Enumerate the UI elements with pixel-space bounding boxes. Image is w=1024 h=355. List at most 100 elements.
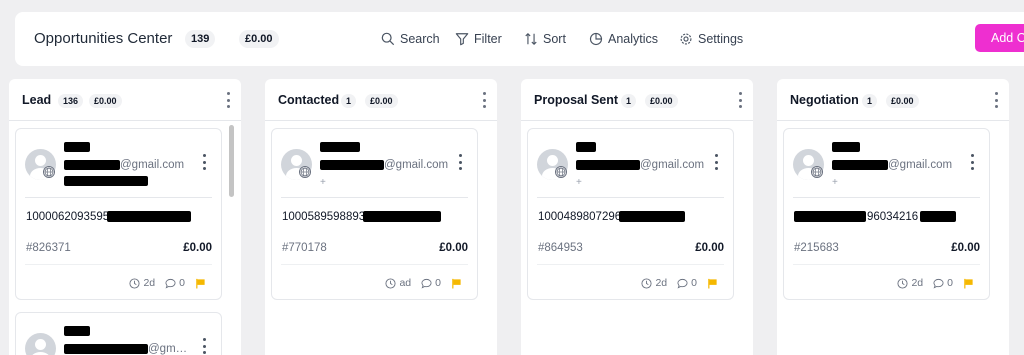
contact-email: @gmail.com [320, 159, 448, 171]
globe-icon [299, 166, 311, 178]
globe-icon [811, 166, 823, 178]
add-opportunity-button[interactable]: Add O [975, 24, 1024, 52]
page-title: Opportunities Center [34, 30, 173, 47]
card-menu-icon[interactable] [970, 154, 974, 170]
column-menu-icon[interactable] [226, 92, 230, 108]
redacted-name [832, 142, 860, 152]
card-menu-icon[interactable] [714, 154, 718, 170]
flag-icon[interactable] [963, 278, 974, 289]
comment-icon [933, 278, 944, 289]
card-menu-icon[interactable] [458, 154, 462, 170]
opportunity-id: #864953 [538, 242, 583, 254]
opportunity-value: £0.00 [951, 242, 980, 254]
pie-chart-icon [589, 32, 603, 46]
column-title: Proposal Sent [534, 93, 619, 107]
opportunity-id: #215683 [794, 242, 839, 254]
card-menu-icon[interactable] [202, 338, 206, 354]
column-scrollbar[interactable] [229, 125, 234, 197]
column-header: Negotiation 1 £0.00 [777, 79, 1009, 121]
card-meta: 2d 0 [641, 277, 718, 289]
search-label: Search [400, 32, 440, 46]
contact-email: @gmail.com [64, 159, 184, 171]
sort-button[interactable]: Sort [524, 31, 566, 47]
column-count-badge: 1 [862, 94, 878, 108]
column-title: Negotiation [790, 93, 859, 107]
divider [281, 264, 468, 265]
age-indicator[interactable]: 2d [641, 277, 667, 289]
age-indicator[interactable]: 2d [129, 277, 155, 289]
redacted-name [576, 142, 596, 152]
column-menu-icon[interactable] [994, 92, 998, 108]
opportunity-card[interactable]: @gmail.com 1000062093595 #826371 £0.00 2… [15, 128, 222, 300]
age-indicator[interactable]: ad [385, 277, 411, 289]
comment-icon [165, 278, 176, 289]
opportunity-value: £0.00 [695, 242, 724, 254]
sort-label: Sort [543, 32, 566, 46]
age-indicator[interactable]: 2d [897, 277, 923, 289]
comments-indicator[interactable]: 0 [165, 277, 185, 289]
contact-phone: + [832, 177, 838, 188]
filter-button[interactable]: Filter [455, 31, 502, 47]
redacted-name [320, 142, 360, 152]
pipeline-column-contacted: Contacted 1 £0.00 @gmail.com + 100058959… [265, 79, 497, 355]
analytics-label: Analytics [608, 32, 659, 46]
globe-icon [43, 166, 55, 178]
opportunities-header: Opportunities Center 139 £0.00 [15, 12, 1024, 66]
column-count-badge: 1 [621, 94, 637, 108]
contact-phone: + [320, 177, 326, 188]
opportunity-card[interactable]: @gm… [15, 312, 222, 355]
opportunity-id: #826371 [26, 242, 71, 254]
globe-icon [555, 166, 567, 178]
opportunity-card[interactable]: @gmail.com + 96034216 #215683 £0.00 2d 0 [783, 128, 990, 300]
opportunity-name: 96034216 [794, 211, 957, 223]
divider [793, 197, 980, 198]
card-menu-icon[interactable] [202, 154, 206, 170]
comments-indicator[interactable]: 0 [421, 277, 441, 289]
divider [537, 264, 724, 265]
clock-icon [897, 277, 909, 289]
column-header: Lead 136 £0.00 [9, 79, 241, 121]
card-meta: 2d 0 [897, 277, 974, 289]
column-menu-icon[interactable] [482, 92, 486, 108]
column-amount-badge: £0.00 [645, 94, 678, 108]
divider [25, 264, 212, 265]
sort-icon [525, 32, 537, 46]
opportunity-name: 1000062093595 [26, 211, 192, 223]
flag-icon[interactable] [707, 278, 718, 289]
search-icon [381, 32, 395, 46]
redacted-name [64, 142, 90, 152]
column-amount-badge: £0.00 [886, 94, 919, 108]
pipeline-column-negotiation: Negotiation 1 £0.00 @gmail.com + 9603421… [777, 79, 1009, 355]
column-amount-badge: £0.00 [365, 94, 398, 108]
flag-icon[interactable] [451, 278, 462, 289]
column-count-badge: 136 [58, 94, 84, 108]
comments-indicator[interactable]: 0 [933, 277, 953, 289]
opportunity-card[interactable]: @gmail.com + 1000589598893 #770178 £0.00… [271, 128, 478, 300]
contact-email: @gmail.com [832, 159, 952, 171]
divider [537, 197, 724, 198]
pipeline-column-lead: Lead 136 £0.00 @gmail.com 1000062093595 … [9, 79, 241, 355]
column-title: Contacted [278, 93, 340, 107]
opportunity-name: 1000489807296 [538, 211, 686, 223]
redacted-name [64, 326, 90, 336]
card-meta: ad 0 [385, 277, 462, 289]
analytics-button[interactable]: Analytics [589, 31, 658, 47]
divider [281, 197, 468, 198]
search-button[interactable]: Search [381, 31, 440, 47]
comments-indicator[interactable]: 0 [677, 277, 697, 289]
clock-icon [129, 277, 141, 289]
divider [25, 197, 212, 198]
column-title: Lead [22, 93, 52, 107]
comment-icon [677, 278, 688, 289]
column-count-badge: 1 [341, 94, 357, 108]
clock-icon [641, 277, 653, 289]
opportunity-count-badge: 139 [185, 30, 216, 48]
column-header: Proposal Sent 1 £0.00 [521, 79, 753, 121]
column-menu-icon[interactable] [738, 92, 742, 108]
flag-icon[interactable] [195, 278, 206, 289]
contact-email: @gmail.com [576, 159, 704, 171]
opportunity-value: £0.00 [439, 242, 468, 254]
opportunity-card[interactable]: @gmail.com + 1000489807296 #864953 £0.00… [527, 128, 734, 300]
settings-button[interactable]: Settings [679, 31, 743, 47]
redacted-phone [64, 176, 148, 186]
